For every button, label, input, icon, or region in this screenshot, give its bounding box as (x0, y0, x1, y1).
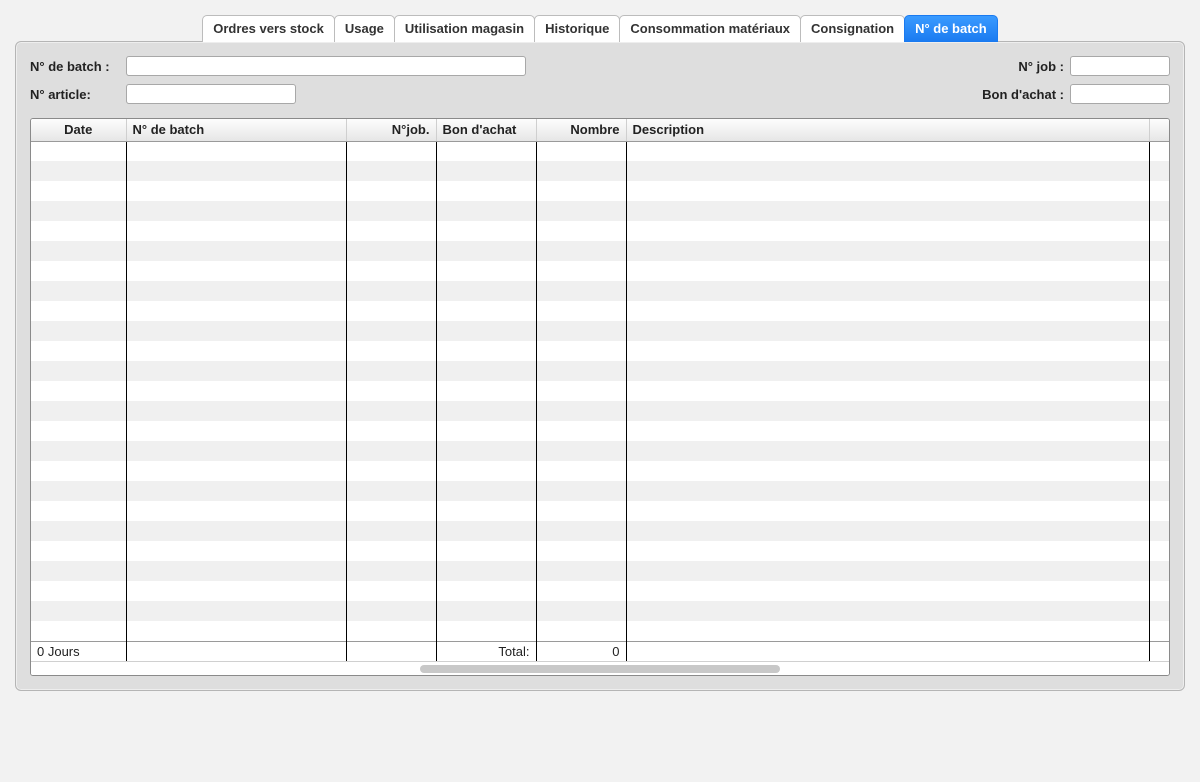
table-row[interactable] (31, 521, 1169, 541)
filter-area: N° de batch : N° article: N° job : Bon d… (30, 56, 1170, 104)
tab-ordres-vers-stock[interactable]: Ordres vers stock (202, 15, 335, 42)
table-row[interactable] (31, 281, 1169, 301)
col-header-batch[interactable]: N° de batch (126, 119, 346, 141)
footer-spacer (1149, 641, 1169, 661)
tab-bar: Ordres vers stockUsageUtilisation magasi… (15, 15, 1185, 42)
table-row[interactable] (31, 261, 1169, 281)
tab-n-de-batch[interactable]: N° de batch (904, 15, 998, 42)
tab-consignation[interactable]: Consignation (800, 15, 905, 42)
col-header-bon[interactable]: Bon d'achat (436, 119, 536, 141)
bon-filter-label: Bon d'achat : (982, 87, 1064, 102)
table-row[interactable] (31, 161, 1169, 181)
footer-days: 0 Jours (31, 641, 126, 661)
table-row[interactable] (31, 421, 1169, 441)
footer-total-label: Total: (436, 641, 536, 661)
table-row[interactable] (31, 301, 1169, 321)
tab-historique[interactable]: Historique (534, 15, 620, 42)
tab-utilisation-magasin[interactable]: Utilisation magasin (394, 15, 535, 42)
table-footer-row: 0 Jours Total: 0 (31, 641, 1169, 661)
batch-filter-input[interactable] (126, 56, 526, 76)
results-table: Date N° de batch N°job. Bon d'achat Nomb… (31, 119, 1169, 661)
table-row[interactable] (31, 541, 1169, 561)
footer-job (346, 641, 436, 661)
table-row[interactable] (31, 441, 1169, 461)
table-row[interactable] (31, 361, 1169, 381)
bon-filter-input[interactable] (1070, 84, 1170, 104)
horizontal-scrollbar[interactable] (31, 661, 1169, 675)
article-filter-label: N° article: (30, 87, 120, 102)
results-table-container: Date N° de batch N°job. Bon d'achat Nomb… (30, 118, 1170, 676)
tab-usage[interactable]: Usage (334, 15, 395, 42)
col-header-spacer (1149, 119, 1169, 141)
table-row[interactable] (31, 321, 1169, 341)
article-filter-input[interactable] (126, 84, 296, 104)
table-row[interactable] (31, 601, 1169, 621)
table-row[interactable] (31, 381, 1169, 401)
table-row[interactable] (31, 581, 1169, 601)
table-row[interactable] (31, 221, 1169, 241)
footer-desc (626, 641, 1149, 661)
table-row[interactable] (31, 241, 1169, 261)
tab-consommation-mat-riaux[interactable]: Consommation matériaux (619, 15, 801, 42)
table-row[interactable] (31, 181, 1169, 201)
table-row[interactable] (31, 461, 1169, 481)
col-header-nombre[interactable]: Nombre (536, 119, 626, 141)
table-row[interactable] (31, 401, 1169, 421)
job-filter-label: N° job : (1018, 59, 1064, 74)
batch-filter-label: N° de batch : (30, 59, 120, 74)
table-row[interactable] (31, 561, 1169, 581)
table-row[interactable] (31, 501, 1169, 521)
job-filter-input[interactable] (1070, 56, 1170, 76)
batch-panel: N° de batch : N° article: N° job : Bon d… (15, 41, 1185, 691)
table-row[interactable] (31, 141, 1169, 161)
table-row[interactable] (31, 201, 1169, 221)
table-row[interactable] (31, 341, 1169, 361)
table-row[interactable] (31, 481, 1169, 501)
col-header-job[interactable]: N°job. (346, 119, 436, 141)
col-header-description[interactable]: Description (626, 119, 1149, 141)
scrollbar-thumb[interactable] (420, 665, 780, 673)
footer-total-value: 0 (536, 641, 626, 661)
col-header-date[interactable]: Date (31, 119, 126, 141)
footer-batch (126, 641, 346, 661)
table-row[interactable] (31, 621, 1169, 641)
